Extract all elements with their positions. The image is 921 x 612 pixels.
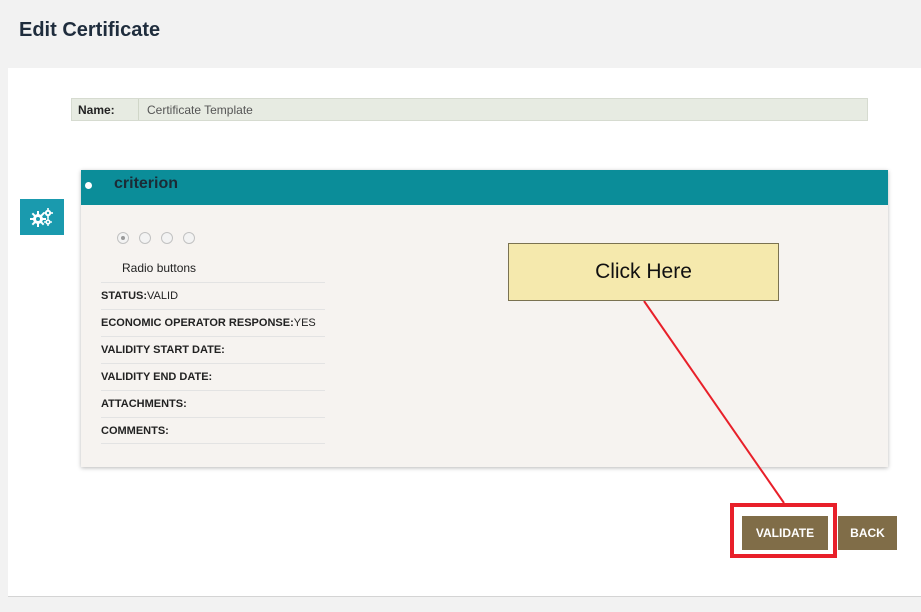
- click-here-callout: Click Here: [508, 243, 779, 301]
- settings-button[interactable]: [20, 199, 64, 235]
- name-value: Certificate Template: [138, 99, 253, 120]
- field-value: YES: [293, 317, 316, 329]
- name-field-row: Name: Certificate Template: [71, 98, 868, 121]
- field-list: STATUS: VALID ECONOMIC OPERATOR RESPONSE:…: [101, 282, 325, 444]
- field-label: VALIDITY START DATE:: [101, 344, 225, 356]
- field-value: VALID: [147, 290, 179, 302]
- field-attachments: ATTACHMENTS:: [101, 390, 325, 417]
- card-header: criterion: [81, 170, 888, 205]
- field-validity-end-date: VALIDITY END DATE:: [101, 363, 325, 390]
- radio-group: [117, 232, 195, 244]
- back-button[interactable]: BACK: [838, 516, 897, 550]
- field-label: ATTACHMENTS:: [101, 398, 187, 410]
- card-title: criterion: [114, 175, 179, 192]
- field-label: ECONOMIC OPERATOR RESPONSE:: [101, 317, 294, 329]
- field-label: COMMENTS:: [101, 424, 169, 437]
- criterion-card: criterion Radio buttons STATUS: VALID ECO…: [81, 170, 888, 467]
- radio-button[interactable]: [183, 232, 195, 244]
- field-label: STATUS:: [101, 290, 148, 302]
- field-economic-operator-response: ECONOMIC OPERATOR RESPONSE: YES: [101, 309, 325, 336]
- gears-icon: [30, 208, 53, 227]
- field-comments: COMMENTS:: [101, 417, 325, 444]
- name-label: Name:: [78, 102, 115, 117]
- field-status: STATUS: VALID: [101, 282, 325, 309]
- validate-button[interactable]: VALIDATE: [742, 516, 828, 550]
- bullet-icon: [85, 182, 92, 189]
- radio-button[interactable]: [161, 232, 173, 244]
- field-label: VALIDITY END DATE:: [101, 371, 213, 383]
- page-title: Edit Certificate: [19, 19, 161, 41]
- radio-button[interactable]: [139, 232, 151, 244]
- field-validity-start-date: VALIDITY START DATE:: [101, 336, 325, 363]
- radio-button[interactable]: [117, 232, 129, 244]
- radio-caption: Radio buttons: [122, 261, 197, 275]
